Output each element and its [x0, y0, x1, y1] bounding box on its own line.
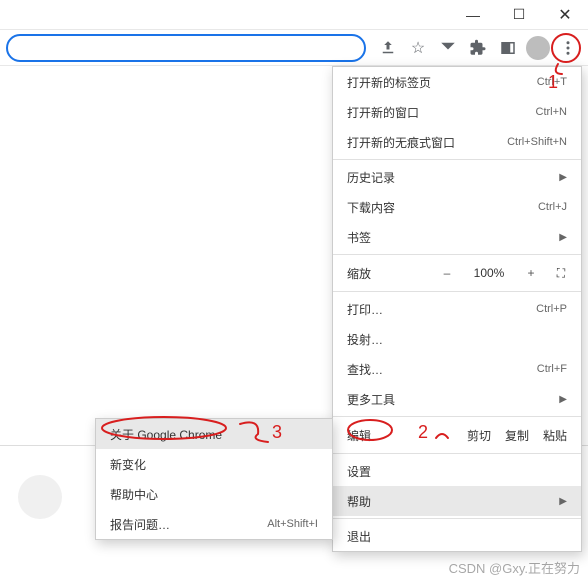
- menu-shortcut: Ctrl+Shift+N: [507, 136, 567, 148]
- zoom-in-button[interactable]: +: [519, 266, 543, 280]
- submenu-about-chrome[interactable]: 关于 Google Chrome: [96, 419, 332, 449]
- menu-label: 更多工具: [347, 391, 395, 408]
- zoom-label: 缩放: [347, 265, 427, 282]
- menu-label: 设置: [347, 463, 371, 480]
- zoom-out-button[interactable]: –: [435, 266, 459, 280]
- menu-separator: [333, 159, 581, 160]
- menu-separator: [333, 518, 581, 519]
- kebab-menu-button[interactable]: [554, 34, 582, 62]
- chevron-right-icon: ▶: [559, 172, 567, 183]
- menu-print[interactable]: 打印… Ctrl+P: [333, 294, 581, 324]
- menu-label: 报告问题…: [110, 516, 170, 533]
- menu-shortcut: Ctrl+N: [536, 106, 567, 118]
- menu-exit[interactable]: 退出: [333, 521, 581, 551]
- profile-avatar[interactable]: [524, 34, 552, 62]
- chevron-right-icon: ▶: [559, 232, 567, 243]
- minimize-button[interactable]: —: [450, 0, 496, 30]
- cut-button[interactable]: 剪切: [467, 427, 491, 444]
- watermark: CSDN @Gxy.正在努力: [449, 558, 580, 577]
- menu-label: 新变化: [110, 456, 146, 473]
- bookmark-star-icon[interactable]: ☆: [404, 34, 432, 62]
- side-panel-icon[interactable]: [494, 34, 522, 62]
- menu-label: 关于 Google Chrome: [110, 426, 222, 443]
- menu-settings[interactable]: 设置: [333, 456, 581, 486]
- menu-shortcut: Alt+Shift+I: [267, 518, 318, 530]
- share-icon[interactable]: [374, 34, 402, 62]
- menu-find[interactable]: 查找… Ctrl+F: [333, 354, 581, 384]
- read-later-icon[interactable]: [434, 34, 462, 62]
- menu-separator: [333, 453, 581, 454]
- menu-separator: [333, 291, 581, 292]
- copy-button[interactable]: 复制: [505, 427, 529, 444]
- menu-cast[interactable]: 投射…: [333, 324, 581, 354]
- menu-label: 打开新的标签页: [347, 74, 431, 91]
- menu-downloads[interactable]: 下载内容 Ctrl+J: [333, 192, 581, 222]
- menu-label: 打开新的无痕式窗口: [347, 134, 455, 151]
- menu-label: 查找…: [347, 361, 383, 378]
- address-bar[interactable]: [6, 34, 366, 62]
- zoom-value: 100%: [467, 266, 511, 280]
- menu-label: 下载内容: [347, 199, 395, 216]
- extensions-icon[interactable]: [464, 34, 492, 62]
- menu-shortcut: Ctrl+J: [538, 201, 567, 213]
- menu-label: 退出: [347, 528, 371, 545]
- fullscreen-button[interactable]: ⛶: [551, 266, 571, 281]
- chevron-right-icon: ▶: [559, 394, 567, 405]
- menu-zoom: 缩放 – 100% + ⛶: [333, 257, 581, 289]
- menu-label: 历史记录: [347, 169, 395, 186]
- menu-edit: 编辑 剪切 复制 粘贴: [333, 419, 581, 451]
- maximize-button[interactable]: ☐: [496, 0, 542, 30]
- background-shape: [18, 475, 62, 519]
- main-menu: 打开新的标签页 Ctrl+T 打开新的窗口 Ctrl+N 打开新的无痕式窗口 C…: [332, 66, 582, 552]
- menu-new-window[interactable]: 打开新的窗口 Ctrl+N: [333, 97, 581, 127]
- menu-bookmarks[interactable]: 书签 ▶: [333, 222, 581, 252]
- chevron-right-icon: ▶: [559, 496, 567, 507]
- menu-incognito[interactable]: 打开新的无痕式窗口 Ctrl+Shift+N: [333, 127, 581, 157]
- menu-new-tab[interactable]: 打开新的标签页 Ctrl+T: [333, 67, 581, 97]
- menu-label: 投射…: [347, 331, 383, 348]
- menu-shortcut: Ctrl+F: [537, 363, 567, 375]
- paste-button[interactable]: 粘贴: [543, 427, 567, 444]
- menu-shortcut: Ctrl+P: [536, 303, 567, 315]
- menu-shortcut: Ctrl+T: [537, 76, 567, 88]
- menu-label: 帮助中心: [110, 486, 158, 503]
- menu-label: 书签: [347, 229, 371, 246]
- browser-toolbar: ☆: [0, 30, 588, 66]
- close-button[interactable]: ✕: [542, 0, 588, 30]
- menu-history[interactable]: 历史记录 ▶: [333, 162, 581, 192]
- submenu-report-issue[interactable]: 报告问题… Alt+Shift+I: [96, 509, 332, 539]
- edit-label: 编辑: [347, 427, 453, 444]
- submenu-whats-new[interactable]: 新变化: [96, 449, 332, 479]
- menu-label: 打印…: [347, 301, 383, 318]
- window-titlebar: — ☐ ✕: [0, 0, 588, 30]
- menu-label: 打开新的窗口: [347, 104, 419, 121]
- menu-separator: [333, 416, 581, 417]
- menu-help[interactable]: 帮助 ▶: [333, 486, 581, 516]
- menu-separator: [333, 254, 581, 255]
- submenu-help-center[interactable]: 帮助中心: [96, 479, 332, 509]
- menu-more-tools[interactable]: 更多工具 ▶: [333, 384, 581, 414]
- menu-label: 帮助: [347, 493, 371, 510]
- help-submenu: 关于 Google Chrome 新变化 帮助中心 报告问题… Alt+Shif…: [95, 418, 333, 540]
